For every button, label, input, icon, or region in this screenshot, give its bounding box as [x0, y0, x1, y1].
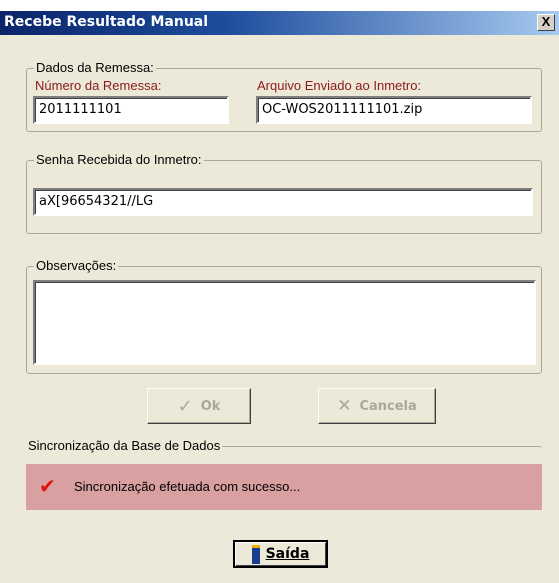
numero-remessa-field[interactable]: 2011111101 — [33, 96, 229, 124]
window-title: Recebe Resultado Manual — [4, 14, 209, 30]
sync-legend: Sincronização da Base de Dados — [26, 438, 223, 453]
close-button[interactable]: X — [537, 14, 555, 31]
senha-legend: Senha Recebida do Inmetro: — [34, 152, 204, 167]
arquivo-enviado-field[interactable]: OC-WOS2011111101.zip — [256, 96, 532, 124]
top-strip — [0, 0, 559, 11]
numero-remessa-label: Número da Remessa: — [35, 78, 162, 93]
ok-button[interactable]: ✓ Ok — [147, 388, 251, 424]
title-bar[interactable]: Recebe Resultado Manual X — [0, 11, 559, 35]
ok-label: Ok — [200, 398, 221, 414]
arquivo-enviado-label: Arquivo Enviado ao Inmetro: — [257, 78, 422, 93]
cancela-button[interactable]: ✕ Cancela — [318, 388, 436, 424]
saida-label: Saída — [265, 546, 310, 562]
x-cross-icon: ✕ — [337, 396, 352, 416]
observacoes-textarea[interactable] — [33, 280, 536, 365]
checkmark-icon: ✓ — [177, 395, 193, 417]
remessa-legend: Dados da Remessa: — [34, 60, 156, 75]
exit-door-icon — [251, 544, 260, 564]
red-check-icon: ✔ — [39, 476, 56, 498]
dialog-window: Recebe Resultado Manual X Dados da Remes… — [0, 0, 559, 583]
saida-button[interactable]: Saída — [232, 539, 329, 569]
sync-status-box: ✔ Sincronização efetuada com sucesso... — [26, 464, 542, 510]
observacoes-legend: Observações: — [34, 258, 119, 273]
sync-status-text: Sincronização efetuada com sucesso... — [74, 479, 301, 494]
close-icon: X — [541, 14, 551, 29]
senha-field[interactable]: aX[96654321//LG — [33, 188, 533, 216]
cancela-label: Cancela — [359, 398, 417, 414]
